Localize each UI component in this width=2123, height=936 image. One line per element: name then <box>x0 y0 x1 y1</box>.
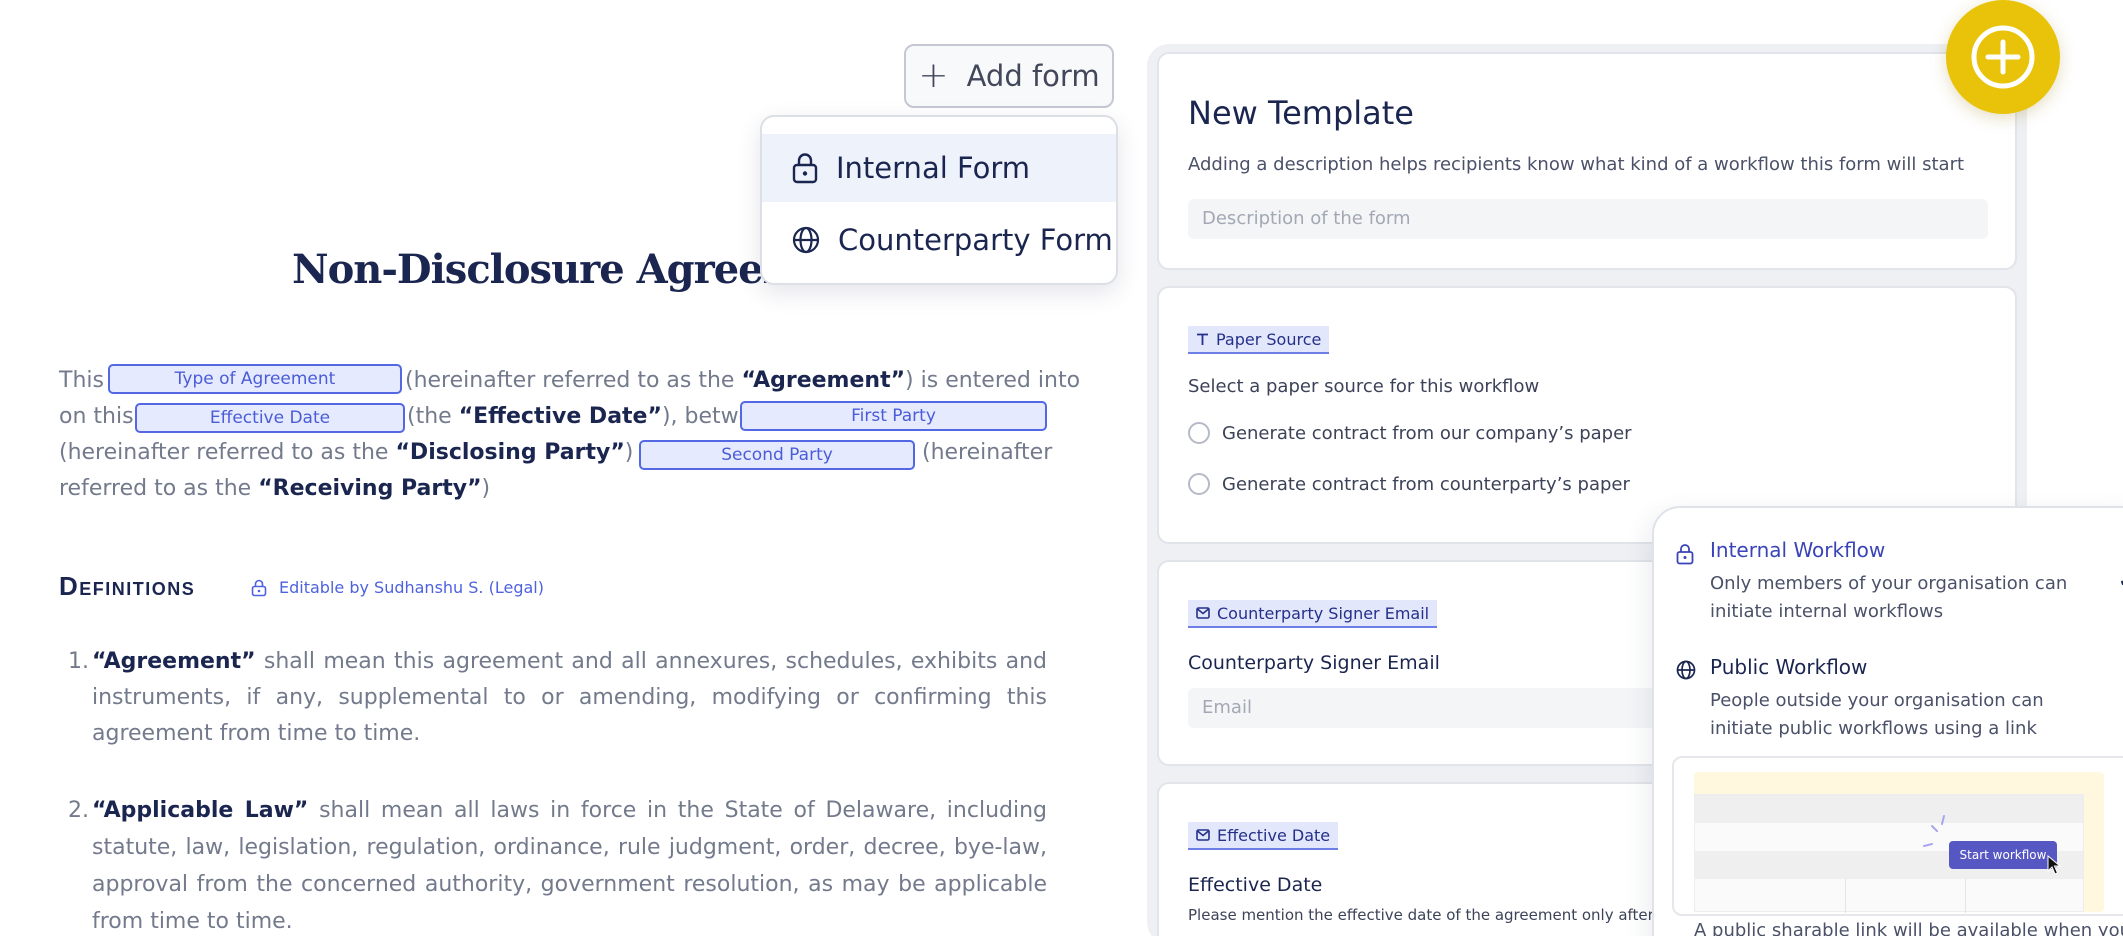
template-title: New Template <box>1188 94 1414 132</box>
checkmark-icon: ✓ <box>2118 568 2123 592</box>
option-public-workflow[interactable]: Public Workflow People outside your orga… <box>1676 655 2123 741</box>
intro-paragraph: This Type of Agreement (hereinafter refe… <box>59 363 1080 513</box>
workflow-type-popup: Internal Workflow Only members of your o… <box>1652 506 2123 936</box>
plus-circle-icon <box>1971 25 2035 89</box>
start-workflow-preview-button: Start workflow <box>1949 841 2057 869</box>
radio-button[interactable] <box>1188 422 1210 444</box>
text-type-icon <box>1197 333 1208 345</box>
menu-item-counterparty-form[interactable]: Counterparty Form <box>762 206 1116 274</box>
editable-note: Editable by Sudhanshu S. (Legal) <box>251 578 544 597</box>
globe-icon <box>792 226 820 254</box>
plus-icon: + <box>918 55 949 96</box>
field-chip-effective-date[interactable]: Effective Date <box>135 403 405 433</box>
cursor-icon <box>2047 855 2062 875</box>
template-header-card: New Template Adding a description helps … <box>1157 52 2017 270</box>
mail-icon <box>1196 829 1210 841</box>
lock-icon <box>792 153 818 184</box>
public-workflow-preview: Start workflow <box>1672 756 2123 916</box>
globe-icon <box>1676 660 1696 680</box>
menu-item-internal-form[interactable]: Internal Form <box>762 134 1116 202</box>
option-internal-workflow[interactable]: Internal Workflow Only members of your o… <box>1676 538 2123 624</box>
add-fab-button[interactable] <box>1946 0 2060 114</box>
lock-icon <box>1676 544 1694 565</box>
radio-counterparty-paper[interactable]: Generate contract from counterparty’s pa… <box>1188 473 1630 495</box>
lock-icon <box>251 579 267 596</box>
description-input[interactable]: Description of the form <box>1188 199 1988 239</box>
radio-button[interactable] <box>1188 473 1210 495</box>
signer-email-tag: Counterparty Signer Email <box>1188 600 1438 628</box>
paper-source-tag: Paper Source <box>1188 326 1330 354</box>
field-chip-first-party[interactable]: First Party <box>740 401 1047 431</box>
add-form-menu: Internal Form Counterparty Form <box>760 115 1118 285</box>
definitions-heading: Definitions <box>59 571 196 601</box>
template-description: Adding a description helps recipients kn… <box>1188 154 1965 175</box>
definition-item-1: 1. “Agreement” shall mean this agreement… <box>68 649 1047 746</box>
definition-item-2: 2. “Applicable Law” shall mean all laws … <box>68 798 1047 934</box>
mail-icon <box>1196 607 1210 619</box>
field-chip-second-party[interactable]: Second Party <box>639 440 915 470</box>
radio-company-paper[interactable]: Generate contract from our company’s pap… <box>1188 422 1632 444</box>
effective-date-tag: Effective Date <box>1188 822 1339 850</box>
field-chip-type-of-agreement[interactable]: Type of Agreement <box>108 364 402 394</box>
add-form-button[interactable]: + Add form <box>904 44 1114 108</box>
